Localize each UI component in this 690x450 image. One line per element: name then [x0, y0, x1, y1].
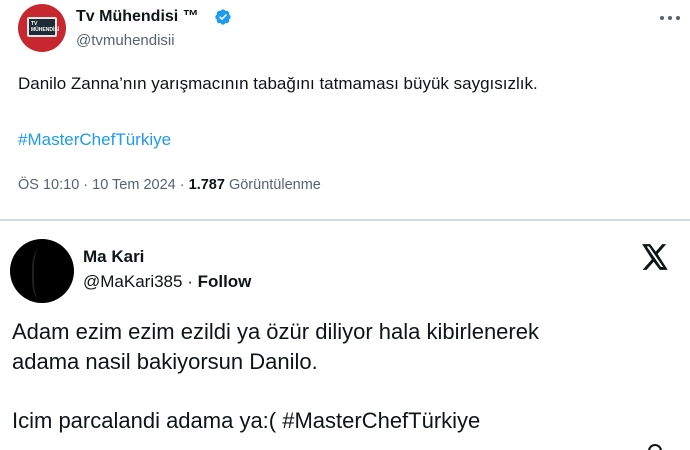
- avatar-image: [32, 249, 50, 299]
- author-avatar[interactable]: TV MÜHENDİSİ: [18, 4, 66, 52]
- hashtag-link[interactable]: #MasterChefTürkiye: [18, 130, 171, 150]
- x-logo-icon[interactable]: [641, 244, 669, 270]
- tweet: TV MÜHENDİSİ Tv Mühendisi ™ @tvmuhendisi…: [0, 0, 690, 212]
- author-handle[interactable]: @tvmuhendisii: [76, 32, 175, 49]
- tweet-meta: ÖS 10:10 · 10 Tem 2024 · 1.787 Görüntüle…: [18, 177, 321, 193]
- embedded-author-name[interactable]: Ma Kari: [83, 247, 144, 267]
- embedded-text-line: adama nasil bakiyorsun Danilo.: [12, 349, 318, 374]
- follow-button[interactable]: Follow: [198, 272, 252, 291]
- meta-separator: ·: [175, 177, 189, 193]
- more-options-icon[interactable]: [658, 8, 682, 28]
- embedded-text-line: Icim parcalandi adama ya:( #MasterChefTü…: [12, 408, 481, 433]
- meta-separator: ·: [79, 177, 93, 193]
- handle-separator: ·: [182, 272, 198, 291]
- info-icon[interactable]: [648, 444, 662, 450]
- verified-badge-icon: [215, 9, 231, 25]
- embedded-tweet: Ma Kari @MaKari385 · Follow Adam ezim ez…: [0, 221, 690, 450]
- embedded-tweet-text: Adam ezim ezim ezildi ya özür diliyor ha…: [12, 317, 539, 436]
- avatar-label: TV MÜHENDİSİ: [31, 21, 60, 33]
- tv-icon: TV MÜHENDİSİ: [27, 17, 60, 37]
- embedded-author-avatar[interactable]: [10, 239, 74, 303]
- author-name[interactable]: Tv Mühendisi ™: [76, 8, 199, 26]
- views-count: 1.787: [188, 177, 225, 193]
- embedded-author-line: @MaKari385 · Follow: [83, 272, 251, 292]
- tweet-date[interactable]: 10 Tem 2024: [92, 177, 176, 193]
- tweet-time[interactable]: ÖS 10:10: [18, 177, 79, 193]
- embedded-text-line: Adam ezim ezim ezildi ya özür diliyor ha…: [12, 319, 539, 344]
- views-label: Görüntülenme: [228, 177, 321, 193]
- embedded-author-handle[interactable]: @MaKari385: [83, 272, 182, 291]
- tweet-text: Danilo Zanna’nın yarışmacının tabağını t…: [18, 74, 538, 93]
